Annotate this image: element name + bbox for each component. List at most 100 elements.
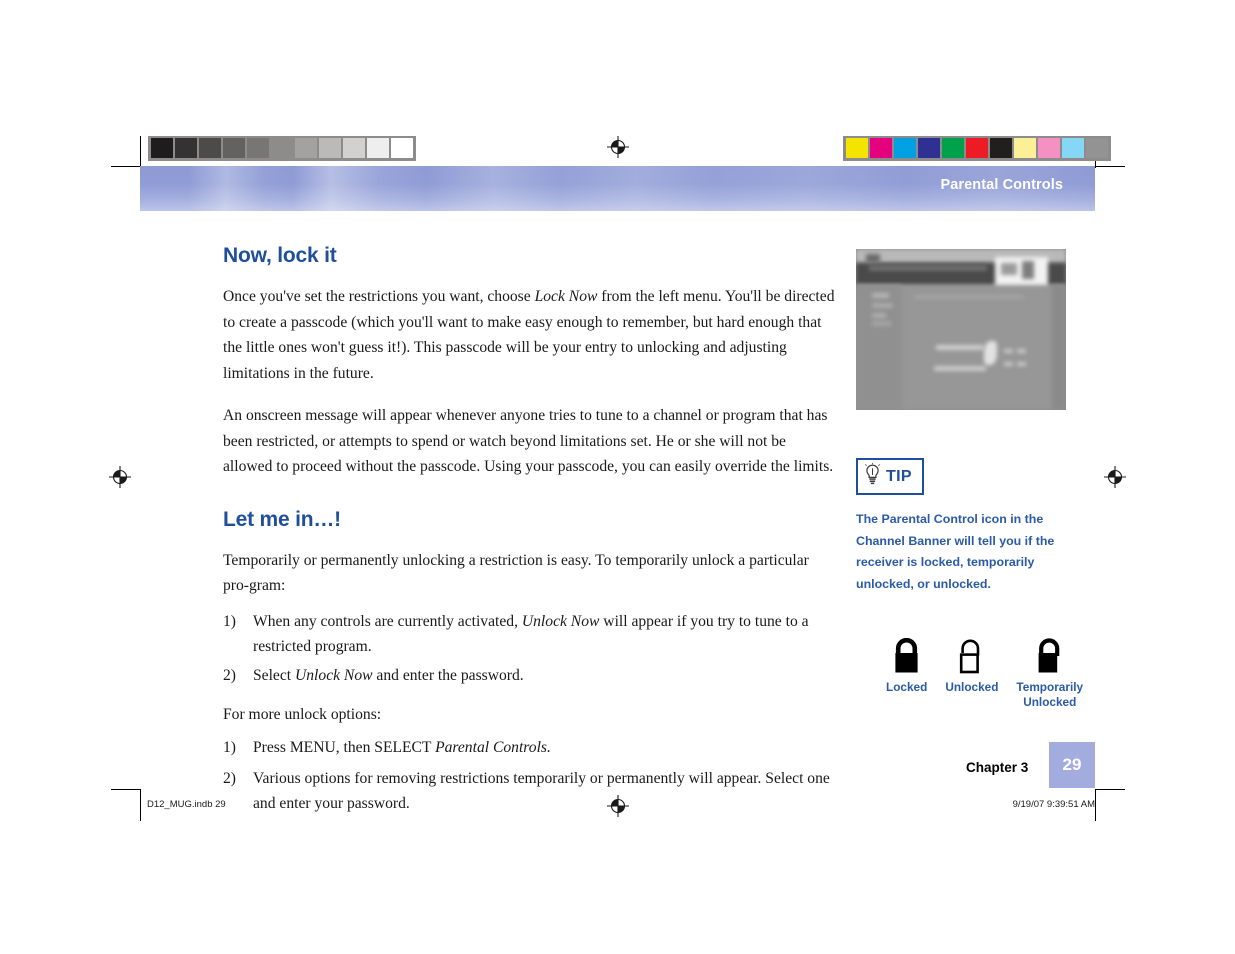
list-item-text-b: and enter the password.: [372, 666, 524, 684]
grayscale-swatch: [223, 138, 245, 158]
list-item-text-a: Select: [253, 666, 295, 684]
crop-mark-bottom-left-vertical: [140, 789, 141, 821]
crop-mark-top-right-horizontal: [1095, 166, 1125, 167]
tip-body-text: The Parental Control icon in the Channel…: [856, 512, 1055, 591]
chapter-label: Chapter 3: [966, 760, 1029, 775]
color-swatch: [1014, 138, 1036, 158]
registration-mark-right-center: [1104, 466, 1126, 488]
screenshot-right-edge-shadow: [1052, 285, 1066, 410]
list-item-number: 2): [223, 769, 236, 787]
lock-legend-caption: Unlocked: [945, 680, 999, 694]
color-swatch: [1038, 138, 1060, 158]
registration-mark-top-center: [607, 136, 629, 158]
color-swatch: [966, 138, 988, 158]
crop-mark-top-left-horizontal: [111, 166, 141, 167]
lightbulb-icon: [864, 463, 881, 490]
screenshot-highlight-detail-1: [1001, 263, 1017, 275]
paragraph-lock-now: Once you've set the restrictions you wan…: [223, 284, 835, 386]
screenshot-logo-mark: [866, 254, 880, 263]
list-item: 1) When any controls are currently activa…: [223, 609, 835, 660]
tip-label: TIP: [886, 467, 912, 485]
tip-badge: TIP: [856, 458, 924, 495]
padlock-unlocked-icon: [945, 637, 998, 675]
receiver-menu-screenshot: [856, 249, 1066, 410]
grayscale-swatch: [271, 138, 293, 158]
crop-mark-bottom-right-horizontal: [1095, 789, 1125, 790]
lock-state-legend: Locked Unlocked Temporarily Unlocked: [886, 637, 1083, 709]
registration-mark-left-center: [109, 466, 131, 488]
color-swatch: [846, 138, 868, 158]
lock-legend-item-temporarily-unlocked: Temporarily Unlocked: [1016, 637, 1083, 709]
screenshot-dot-4: [1017, 362, 1026, 366]
color-swatch: [870, 138, 892, 158]
list-item-text-a: Press MENU, then SELECT: [253, 738, 436, 756]
grayscale-swatch: [247, 138, 269, 158]
banner-title: Parental Controls: [940, 177, 1063, 193]
grayscale-swatch: [367, 138, 389, 158]
crop-mark-bottom-left-horizontal: [111, 789, 141, 790]
color-swatch: [990, 138, 1012, 158]
page-number-badge: 29: [1049, 742, 1095, 788]
lock-legend-item-unlocked: Unlocked: [945, 637, 998, 695]
crop-mark-bottom-right-vertical: [1095, 789, 1096, 821]
list-item: 2) Various options for removing restricti…: [223, 766, 835, 817]
screenshot-title-text: [869, 265, 987, 271]
color-swatch: [894, 138, 916, 158]
color-swatch: [1062, 138, 1084, 158]
screenshot-highlight-detail-2: [1022, 261, 1034, 279]
screenshot-menu-item-4: [872, 321, 891, 326]
color-swatch: [918, 138, 940, 158]
screenshot-cursor-arrow: [984, 341, 997, 365]
list-item-number: 1): [223, 738, 236, 756]
padlock-locked-icon: [886, 637, 927, 675]
sidebar-column: TIP The Parental Control icon in the Cha…: [856, 249, 1083, 709]
screenshot-menu-item-2: [872, 303, 893, 308]
screenshot-dot-2: [1017, 349, 1026, 353]
grayscale-swatch: [151, 138, 173, 158]
color-swatch: [942, 138, 964, 158]
list-item: 1) Press MENU, then SELECT Parental Contr…: [223, 736, 835, 760]
screenshot-content-line-1: [936, 345, 984, 350]
print-source-filename: D12_MUG.indb 29: [147, 799, 226, 810]
paragraph-onscreen-message: An onscreen message will appear whenever…: [223, 407, 834, 475]
list-item-number: 1): [223, 612, 236, 630]
list-item-emphasis: Parental Controls.: [435, 738, 551, 756]
page-title: Now, lock it: [223, 244, 337, 267]
paragraph-temporarily-unlock: Temporarily or permanently unlocking a r…: [223, 551, 809, 595]
main-content-column: Now, lock it Once you've set the restric…: [223, 244, 835, 827]
list-item-text-a: When any controls are currently activate…: [253, 612, 522, 630]
list-item: 2) Select Unlock Now and enter the passwo…: [223, 663, 835, 689]
screenshot-menu-item-1: [872, 293, 889, 298]
paragraph-more-unlock-options: For more unlock options:: [223, 706, 382, 723]
paragraph-lock-now-part-a: Once you've set the restrictions you wan…: [223, 288, 535, 305]
screenshot-menu-item-3: [872, 313, 886, 318]
list-item-text-a: Various options for removing restriction…: [253, 769, 830, 813]
lock-legend-caption: Locked: [886, 680, 928, 694]
section-title-let-me-in: Let me in…!: [223, 507, 341, 531]
print-timestamp: 9/19/07 9:39:51 AM: [1012, 799, 1095, 810]
grayscale-swatch: [295, 138, 317, 158]
list-item-emphasis: Unlock Now: [521, 612, 600, 630]
grayscale-swatch: [199, 138, 221, 158]
list-item-emphasis: Unlock Now: [295, 666, 373, 684]
list-item-number: 2): [223, 666, 236, 684]
color-calibration-bar: [843, 136, 1111, 161]
screenshot-dot-3: [1004, 362, 1013, 366]
page-header-banner: Parental Controls: [140, 166, 1095, 211]
screenshot-dot-1: [1004, 349, 1013, 353]
grayscale-swatch: [391, 138, 413, 158]
screenshot-content-line-2: [934, 366, 986, 371]
steps-list-temporary-unlock: 1) When any controls are currently activa…: [223, 609, 835, 689]
lock-legend-item-locked: Locked: [886, 637, 927, 695]
crop-mark-top-left-vertical: [140, 136, 141, 168]
color-swatch: [1086, 138, 1108, 158]
emphasis-lock-now: Lock Now: [534, 288, 598, 305]
grayscale-swatch: [319, 138, 341, 158]
padlock-temporarily-unlocked-icon: [1016, 637, 1083, 675]
grayscale-swatch: [175, 138, 197, 158]
screenshot-separator-line: [914, 296, 1024, 298]
steps-list-more-options: 1) Press MENU, then SELECT Parental Contr…: [223, 736, 835, 817]
lock-legend-caption: Temporarily Unlocked: [1016, 680, 1084, 709]
grayscale-swatch: [343, 138, 365, 158]
grayscale-calibration-bar: [148, 136, 416, 161]
